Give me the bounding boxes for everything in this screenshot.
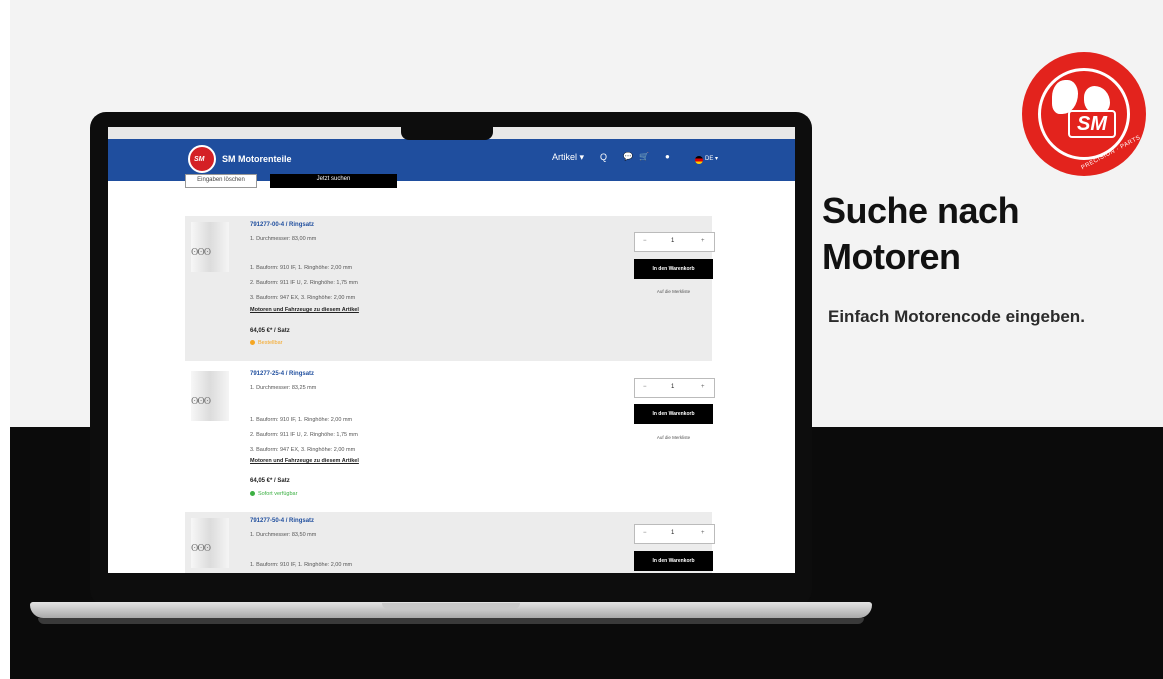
availability-label: Sofort verfügbar [258, 491, 298, 497]
sm-badge: SM [1068, 110, 1116, 138]
add-to-wishlist-link[interactable]: Auf die Merkliste [634, 435, 713, 440]
status-dot-icon [250, 340, 255, 346]
status-dot-icon [250, 491, 255, 497]
piston-rings-icon: ʘʘʘ [191, 397, 211, 407]
add-to-cart-button[interactable]: In den Warenkorb [634, 404, 713, 424]
laptop-base-shadow [38, 618, 864, 624]
piston-rings-icon: ʘʘʘ [191, 248, 211, 258]
product-diameter: 1. Durchmesser: 83,25 mm [250, 385, 317, 391]
product-image[interactable] [191, 222, 229, 272]
search-now-button[interactable]: Jetzt suchen [270, 174, 397, 188]
quantity-plus-button[interactable]: + [701, 384, 705, 390]
site-logo[interactable]: SM [188, 145, 216, 173]
product-title[interactable]: 791277-50-4 / Ringsatz [250, 518, 314, 524]
quantity-stepper[interactable]: − 1 + [634, 378, 715, 398]
product-ring-2: 2. Bauform: 911 IF U, 2. Ringhöhe: 1,75 … [250, 280, 358, 286]
headline: Suche nach Motoren [822, 188, 1122, 280]
cart-icon[interactable]: 🛒 [639, 152, 649, 161]
quantity-value[interactable]: 1 [671, 384, 674, 390]
product-card: ʘʘʘ 791277-50-4 / Ringsatz 1. Durchmesse… [185, 512, 715, 573]
quantity-value[interactable]: 1 [671, 238, 674, 244]
product-image[interactable] [191, 518, 229, 568]
reset-inputs-button[interactable]: Eingaben löschen [185, 174, 257, 188]
product-diameter: 1. Durchmesser: 83,00 mm [250, 236, 317, 242]
quantity-minus-button[interactable]: − [643, 384, 647, 390]
product-ring-1: 1. Bauform: 910 IF, 1. Ringhöhe: 2,00 mm [250, 562, 353, 568]
add-to-cart-button[interactable]: In den Warenkorb [634, 259, 713, 279]
product-ring-1: 1. Bauform: 910 IF, 1. Ringhöhe: 2,00 mm [250, 417, 353, 423]
subheadline: Einfach Motorencode eingeben. [828, 307, 1085, 326]
nav-articles-dropdown[interactable]: Artikel ▾ [552, 152, 584, 163]
product-price: 64,05 €* / Satz [250, 478, 290, 484]
site-logo-text: SM [194, 156, 205, 163]
quantity-plus-button[interactable]: + [701, 238, 705, 244]
add-to-cart-button[interactable]: In den Warenkorb [634, 551, 713, 571]
product-image[interactable] [191, 371, 229, 421]
engines-vehicles-link[interactable]: Motoren und Fahrzeuge zu diesem Artikel [250, 458, 359, 464]
quantity-minus-button[interactable]: − [643, 530, 647, 536]
product-ring-1: 1. Bauform: 910 IF, 1. Ringhöhe: 2,00 mm [250, 265, 353, 271]
add-to-wishlist-link[interactable]: Auf die Merkliste [634, 289, 713, 294]
laptop-screen: SM SM Motorenteile Artikel ▾ Q 💬 🛒 ● DE … [108, 127, 795, 573]
product-card: ʘʘʘ 791277-00-4 / Ringsatz 1. Durchmesse… [185, 216, 715, 361]
left-edge-strip [0, 0, 10, 679]
product-title[interactable]: 791277-25-4 / Ringsatz [250, 371, 314, 377]
quantity-stepper[interactable]: − 1 + [634, 232, 715, 252]
availability-status: Sofort verfügbar [250, 491, 297, 497]
engines-vehicles-link[interactable]: Motoren und Fahrzeuge zu diesem Artikel [250, 307, 359, 313]
headline-line-2: Motoren [822, 236, 961, 277]
product-ring-3: 3. Bauform: 947 EX, 3. Ringhöhe: 2,00 mm [250, 295, 356, 301]
search-icon[interactable]: Q [600, 152, 607, 162]
quantity-minus-button[interactable]: − [643, 238, 647, 244]
quantity-plus-button[interactable]: + [701, 530, 705, 536]
laptop-base-groove [382, 603, 520, 609]
quantity-value[interactable]: 1 [671, 530, 674, 536]
product-ring-2: 2. Bauform: 911 IF U, 2. Ringhöhe: 1,75 … [250, 432, 358, 438]
product-price: 64,05 €* / Satz [250, 328, 290, 334]
piston-rings-icon: ʘʘʘ [191, 544, 211, 554]
sm-brand-logo: SM PRECISION · PARTS [1022, 52, 1146, 176]
product-title[interactable]: 791277-00-4 / Ringsatz [250, 222, 314, 228]
product-card: ʘʘʘ 791277-25-4 / Ringsatz 1. Durchmesse… [185, 365, 715, 510]
account-icon[interactable]: ● [665, 152, 670, 161]
language-selector[interactable]: DE ▾ [705, 155, 718, 162]
product-ring-3: 3. Bauform: 947 EX, 3. Ringhöhe: 2,00 mm [250, 447, 356, 453]
quantity-stepper[interactable]: − 1 + [634, 524, 715, 544]
headline-line-1: Suche nach [822, 190, 1020, 231]
site-name[interactable]: SM Motorenteile [222, 154, 292, 164]
laptop-notch [401, 126, 493, 140]
availability-label: Bestellbar [258, 340, 283, 346]
chat-icon[interactable]: 💬 [623, 152, 633, 161]
german-flag-icon[interactable] [695, 156, 703, 164]
product-diameter: 1. Durchmesser: 83,50 mm [250, 532, 317, 538]
availability-status: Bestellbar [250, 340, 282, 346]
